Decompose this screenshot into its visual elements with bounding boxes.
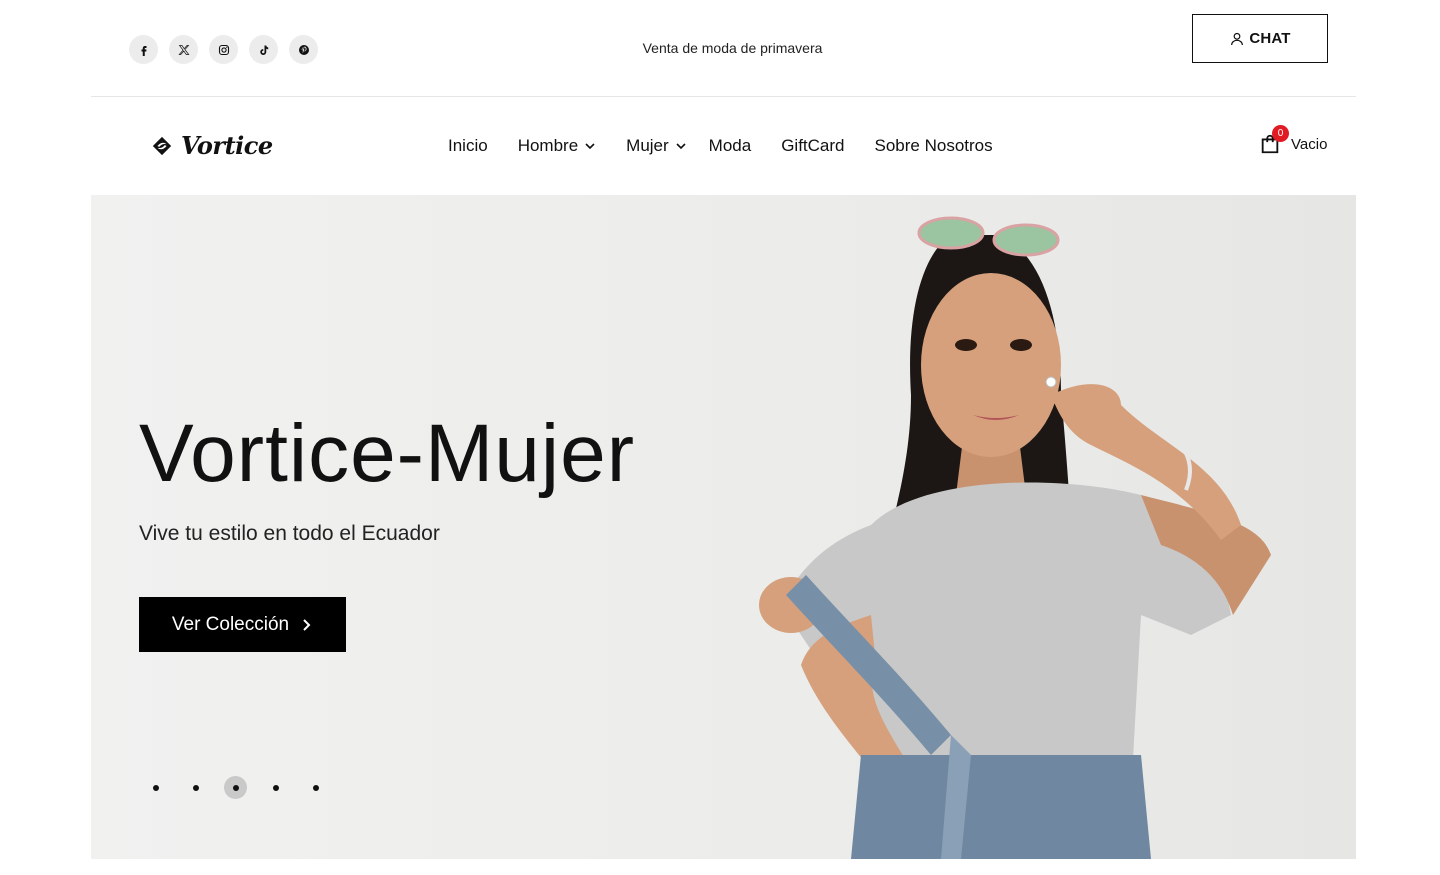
- chat-button[interactable]: CHAT: [1192, 14, 1328, 63]
- slider-dot-5[interactable]: [304, 776, 327, 799]
- nav-item-hombre[interactable]: Hombre: [518, 136, 596, 156]
- chevron-down-icon: [676, 143, 686, 150]
- nav-item-mujer[interactable]: Mujer: [626, 136, 687, 156]
- top-bar: Venta de moda de primavera CHAT: [91, 0, 1356, 97]
- slider-dot-3[interactable]: [224, 776, 247, 799]
- hero-model-image: [759, 216, 1271, 859]
- hero-title: Vortice-Mujer: [139, 408, 636, 499]
- nav-item-giftcard[interactable]: GiftCard: [781, 136, 844, 156]
- view-collection-button[interactable]: Ver Colección: [139, 597, 346, 652]
- nav-item-moda[interactable]: Moda: [709, 136, 752, 156]
- slider-dot-2[interactable]: [184, 776, 207, 799]
- chevron-down-icon: [585, 143, 595, 150]
- logo-text: Vortice: [181, 131, 273, 160]
- nav-label: Sobre Nosotros: [874, 136, 993, 155]
- chevron-right-icon: [303, 618, 311, 631]
- nav-label: GiftCard: [781, 136, 845, 155]
- main-header: Vortice Inicio Hombre Mujer Moda GiftCar…: [91, 97, 1356, 195]
- nav-label: Moda: [708, 136, 752, 155]
- main-nav: Inicio Hombre Mujer Moda GiftCard Sobre …: [448, 136, 1023, 156]
- cart-count-badge: 0: [1272, 125, 1289, 142]
- hero-subtitle: Vive tu estilo en todo el Ecuador: [139, 522, 440, 545]
- nav-item-sobre-nosotros[interactable]: Sobre Nosotros: [875, 136, 993, 156]
- slider-pagination: [144, 776, 327, 799]
- nav-label: Mujer: [626, 136, 669, 155]
- cart-icon-wrap: 0: [1259, 125, 1289, 155]
- slider-dot-1[interactable]: [144, 776, 167, 799]
- user-icon: [1231, 32, 1244, 45]
- hero-slider: Vortice-Mujer Vive tu estilo en todo el …: [91, 195, 1356, 859]
- view-collection-label: Ver Colección: [171, 613, 290, 635]
- logo-mark-icon: [152, 136, 172, 155]
- cart-label: Vacio: [1291, 135, 1328, 153]
- nav-item-inicio[interactable]: Inicio: [448, 136, 488, 156]
- nav-label: Inicio: [448, 136, 488, 155]
- logo[interactable]: Vortice: [151, 131, 273, 160]
- chat-label: CHAT: [1249, 30, 1291, 47]
- nav-label: Hombre: [517, 136, 579, 155]
- promo-text: Venta de moda de primavera: [642, 40, 823, 56]
- cart-button[interactable]: 0 Vacio: [1259, 125, 1328, 155]
- slider-dot-4[interactable]: [264, 776, 287, 799]
